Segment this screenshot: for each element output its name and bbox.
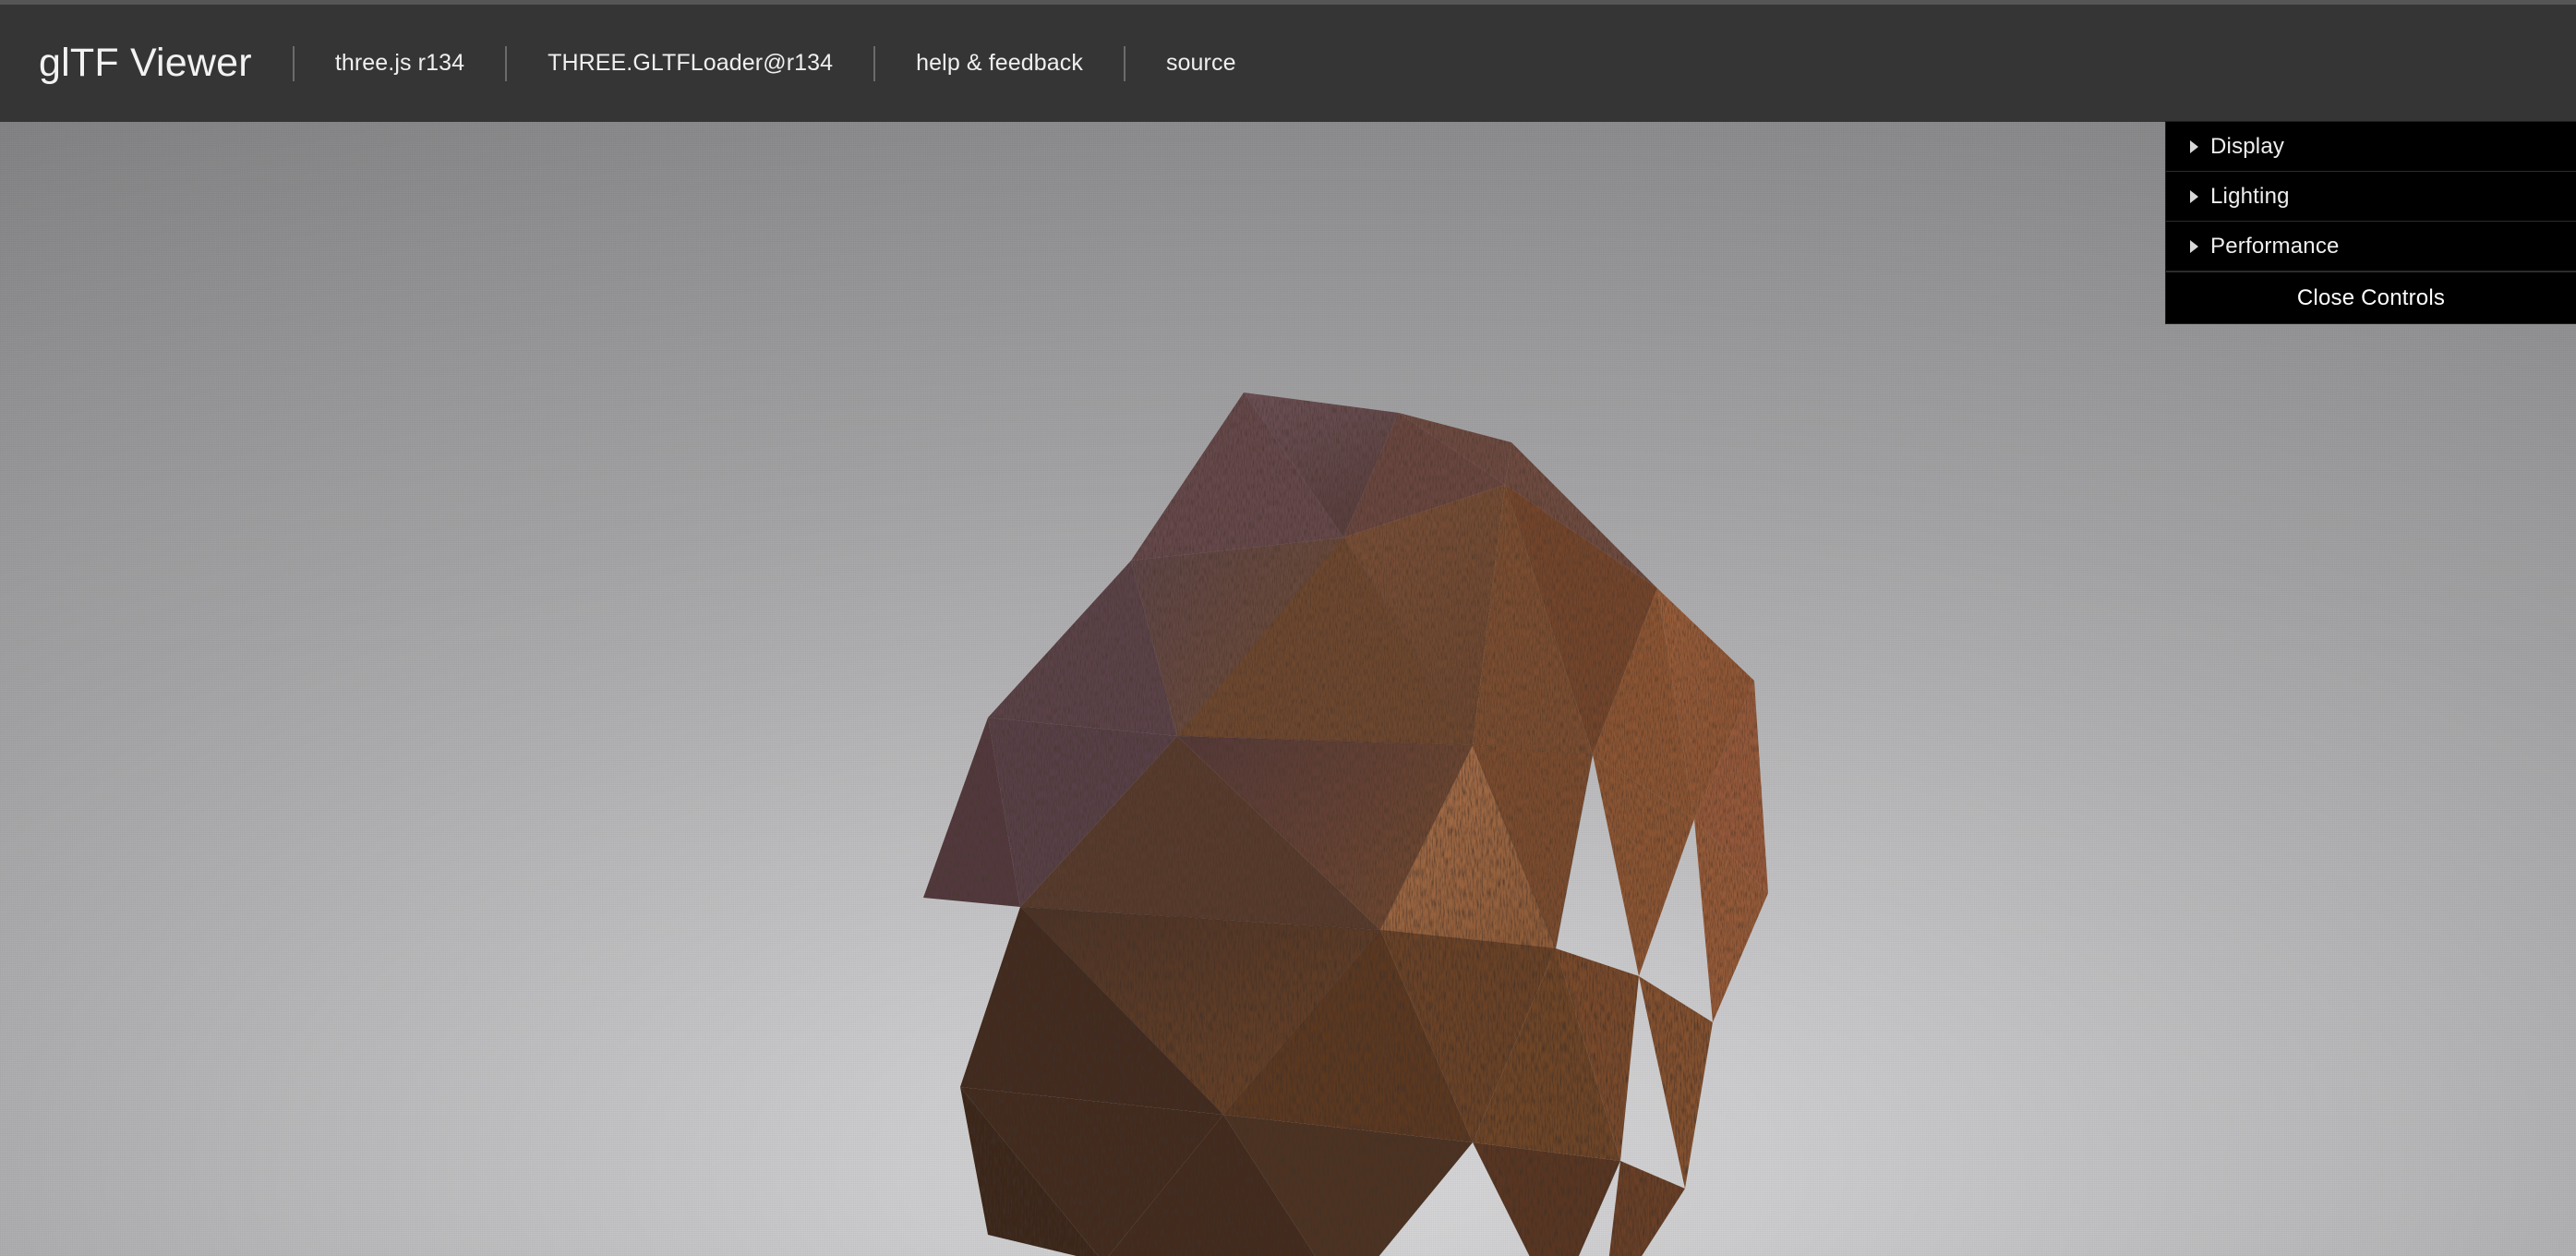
nav-link-source[interactable]: source <box>1166 50 1236 77</box>
triangle-right-icon <box>2190 239 2198 253</box>
gui-folder-lighting[interactable]: Lighting <box>2166 172 2576 222</box>
close-controls-label: Close Controls <box>2296 284 2446 310</box>
triangle-right-icon <box>2190 189 2198 203</box>
nav-separator <box>873 45 876 81</box>
gui-folder-label: Lighting <box>2210 183 2290 209</box>
triangle-right-icon <box>2190 139 2198 153</box>
app-header: glTF Viewer three.js r134 THREE.GLTFLoad… <box>0 5 2576 122</box>
nav-link-gltfloader[interactable]: THREE.GLTFLoader@r134 <box>548 50 833 77</box>
gui-folder-label: Display <box>2210 133 2285 159</box>
controls-panel[interactable]: Display Lighting Performance Close Contr… <box>2166 122 2576 323</box>
nav-link-help-feedback[interactable]: help & feedback <box>916 50 1083 77</box>
nav-link-threejs[interactable]: three.js r134 <box>335 50 464 77</box>
gui-folder-label: Performance <box>2210 233 2340 259</box>
model-svg <box>923 392 1768 1256</box>
gui-folder-performance[interactable]: Performance <box>2166 222 2576 272</box>
close-controls-button[interactable]: Close Controls <box>2166 272 2576 323</box>
nav-separator <box>1123 45 1125 81</box>
nav-separator <box>505 45 508 81</box>
gltf-viewer-app: glTF Viewer three.js r134 THREE.GLTFLoad… <box>0 0 2576 1256</box>
nav-separator <box>292 45 295 81</box>
page-title: glTF Viewer <box>39 41 252 85</box>
gltf-model[interactable] <box>826 376 1805 1256</box>
gui-folder-display[interactable]: Display <box>2166 122 2576 172</box>
